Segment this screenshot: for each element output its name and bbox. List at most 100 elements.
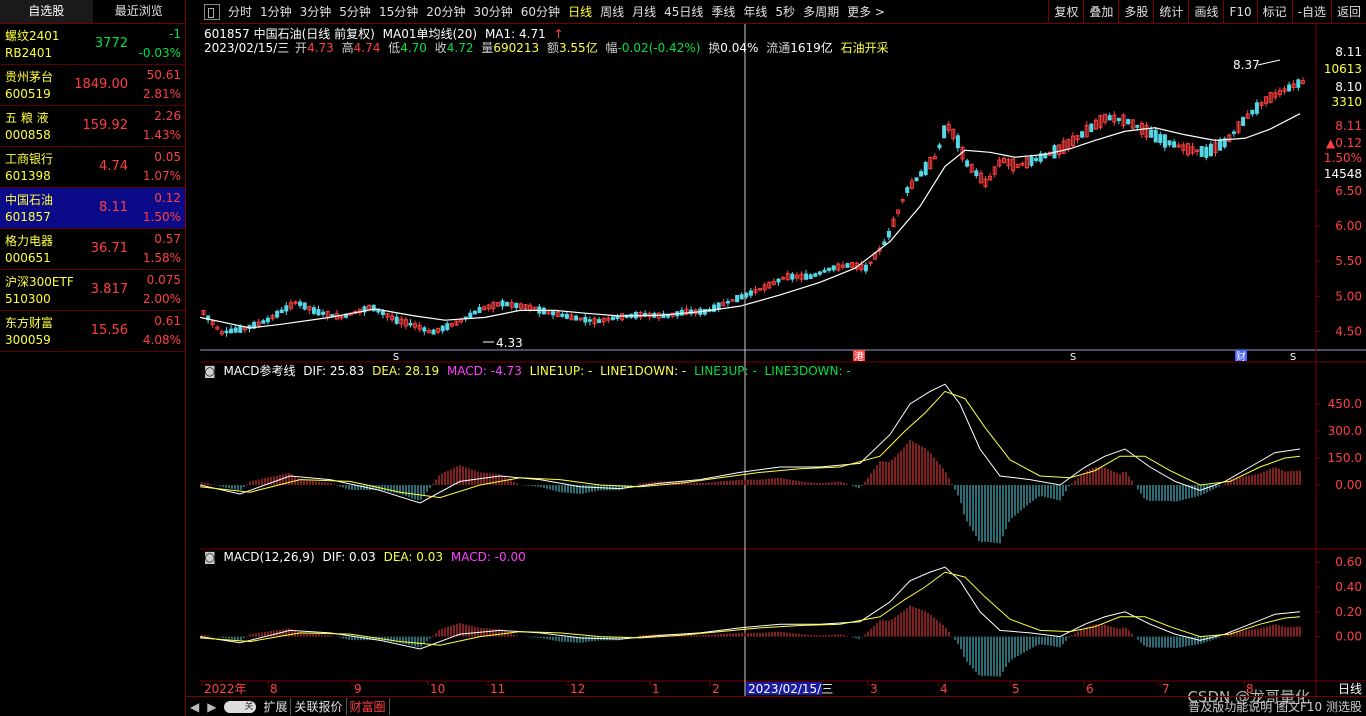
toolbar-button-1[interactable]: 叠加 bbox=[1083, 0, 1118, 24]
turnover-value: 0.04% bbox=[720, 41, 759, 55]
watchlist-row[interactable]: 中国石油 601857 8.11 0.12 1.50% bbox=[0, 188, 185, 229]
float-value: 1619亿 bbox=[790, 41, 833, 55]
header-date: 2023/02/15/三 bbox=[204, 41, 290, 55]
watchlist-row[interactable]: 东方财富 300059 15.56 0.61 4.08% bbox=[0, 311, 185, 352]
macd-dea-line bbox=[200, 571, 1301, 646]
tab-wealth-circle[interactable]: 财富圈 bbox=[347, 698, 390, 715]
toolbar-button-0[interactable]: 复权 bbox=[1048, 0, 1083, 24]
chart-area[interactable]: 8.37 4.33 6.50 6.00 5.50 5.00 4.50 8.11 10613 8.1… bbox=[200, 24, 1366, 716]
stock-price: 4.74 bbox=[99, 159, 128, 174]
candle-body bbox=[238, 325, 243, 333]
toolbar-button-5[interactable]: F10 bbox=[1223, 0, 1256, 24]
watchlist-row[interactable]: 五 粮 液 000858 159.92 2.26 1.43% bbox=[0, 106, 185, 147]
candle-body bbox=[1254, 102, 1259, 114]
tab-self-selected[interactable]: 自选股 bbox=[0, 0, 93, 23]
candle-body bbox=[863, 264, 868, 272]
period-5[interactable]: 20分钟 bbox=[422, 3, 469, 20]
toolbar-button-8[interactable]: 返回 bbox=[1330, 0, 1366, 24]
period-13[interactable]: 年线 bbox=[739, 3, 771, 20]
watchlist-row[interactable]: 螺纹2401 RB2401 3772 -1 -0.03% bbox=[0, 24, 185, 65]
sector-label[interactable]: 石油开采 bbox=[841, 41, 889, 55]
stock-code: 300059 bbox=[5, 333, 51, 347]
bottom-toggle[interactable]: 关 bbox=[224, 700, 257, 713]
stock-change: 0.075 bbox=[146, 273, 181, 287]
period-9[interactable]: 周线 bbox=[596, 3, 628, 20]
stock-price: 15.56 bbox=[90, 323, 128, 338]
candle-body bbox=[937, 144, 942, 149]
macd-tick-label: 0.60 bbox=[1335, 555, 1362, 569]
price-tick-label: 6.00 bbox=[1335, 219, 1362, 233]
stock-name: 五 粮 液 bbox=[5, 111, 49, 125]
period-11[interactable]: 45日线 bbox=[660, 3, 707, 20]
macd-ref-title[interactable]: MACD参考线 bbox=[223, 364, 295, 378]
candle-body bbox=[827, 267, 832, 271]
period-2[interactable]: 3分钟 bbox=[296, 3, 336, 20]
high-value: 4.74 bbox=[353, 41, 381, 55]
macd-dif: DIF: 0.03 bbox=[322, 550, 376, 564]
period-3[interactable]: 5分钟 bbox=[335, 3, 375, 20]
macd-macd: MACD: -0.00 bbox=[450, 550, 526, 564]
scroll-right-icon[interactable]: ▶ bbox=[203, 700, 220, 714]
period-0[interactable]: 分时 bbox=[224, 3, 256, 20]
candle-body bbox=[233, 327, 238, 333]
macd-tick-label: 0.00 bbox=[1335, 630, 1362, 644]
stock-code: 600519 bbox=[5, 87, 51, 101]
indicator-menu-icon[interactable]: ◙ bbox=[204, 364, 216, 378]
toolbar-button-4[interactable]: 画线 bbox=[1188, 0, 1223, 24]
candle-body bbox=[1167, 140, 1172, 146]
candle-body bbox=[380, 310, 385, 316]
event-marker: 财 bbox=[1236, 350, 1246, 363]
watchlist-row[interactable]: 格力电器 000651 36.71 0.57 1.58% bbox=[0, 229, 185, 270]
candle-body bbox=[472, 310, 477, 315]
period-7[interactable]: 60分钟 bbox=[517, 3, 564, 20]
period-15[interactable]: 多周期 bbox=[799, 3, 843, 20]
tab-related-quote[interactable]: 关联报价 bbox=[291, 698, 347, 715]
candle-body bbox=[804, 273, 809, 280]
period-16[interactable]: 更多 > bbox=[843, 3, 889, 20]
candle-body bbox=[583, 316, 588, 323]
candle-body bbox=[886, 230, 891, 238]
period-1[interactable]: 1分钟 bbox=[256, 3, 296, 20]
toolbar-button-6[interactable]: 标记 bbox=[1256, 0, 1292, 24]
tab-extend[interactable]: 扩展 bbox=[260, 698, 292, 715]
period-8[interactable]: 日线 bbox=[564, 3, 596, 20]
stock-code: 000651 bbox=[5, 251, 51, 265]
candle-body bbox=[468, 312, 473, 318]
watchlist-row[interactable]: 贵州茅台 600519 1849.00 50.61 2.81% bbox=[0, 65, 185, 106]
stock-change-pct: 1.58% bbox=[142, 251, 181, 265]
period-6[interactable]: 30分钟 bbox=[470, 3, 517, 20]
period-12[interactable]: 季线 bbox=[707, 3, 739, 20]
candle-body bbox=[1126, 119, 1131, 125]
period-14[interactable]: 5秒 bbox=[771, 3, 799, 20]
toolbar-button-2[interactable]: 多股 bbox=[1118, 0, 1153, 24]
tab-recent-browse[interactable]: 最近浏览 bbox=[93, 0, 186, 23]
macd-ref-dea: DEA: 28.19 bbox=[372, 364, 440, 378]
macd-title[interactable]: MACD(12,26,9) bbox=[223, 550, 314, 564]
candle-body bbox=[316, 309, 321, 316]
watchlist-panel: 自选股 最近浏览 螺纹2401 RB2401 3772 -1 -0.03% 贵州茅台 600… bbox=[0, 0, 186, 716]
candle-body bbox=[279, 309, 284, 314]
macd-ref-macd: MACD: -4.73 bbox=[446, 364, 522, 378]
stock-change-pct: 1.50% bbox=[142, 210, 181, 224]
candle-body bbox=[716, 302, 721, 310]
candle-body bbox=[1231, 131, 1236, 134]
scroll-left-icon[interactable]: ◀ bbox=[186, 700, 203, 714]
toolbar-button-7[interactable]: -自选 bbox=[1291, 0, 1331, 24]
stock-change: 2.26 bbox=[154, 109, 181, 123]
period-10[interactable]: 月线 bbox=[628, 3, 660, 20]
time-axis-label: 1 bbox=[652, 682, 660, 696]
toolbar-button-3[interactable]: 统计 bbox=[1153, 0, 1188, 24]
ma20-line bbox=[200, 113, 1301, 329]
indicator-menu-icon-2[interactable]: ◙ bbox=[204, 550, 216, 564]
time-axis-label: 5 bbox=[1012, 682, 1020, 696]
candle-body bbox=[1029, 156, 1034, 166]
period-4[interactable]: 15分钟 bbox=[375, 3, 422, 20]
footer-note[interactable]: 普及版功能说明 图文F10 测选股 bbox=[1188, 698, 1362, 715]
stock-code: RB2401 bbox=[5, 46, 53, 60]
time-axis-label: 8 bbox=[270, 682, 278, 696]
sidebar-toggle-icon[interactable] bbox=[204, 3, 220, 20]
candle-body bbox=[551, 311, 556, 316]
watchlist-row[interactable]: 沪深300ETF 510300 3.817 0.075 2.00% bbox=[0, 270, 185, 311]
stock-price: 1849.00 bbox=[74, 77, 128, 92]
watchlist-row[interactable]: 工商银行 601398 4.74 0.05 1.07% bbox=[0, 147, 185, 188]
